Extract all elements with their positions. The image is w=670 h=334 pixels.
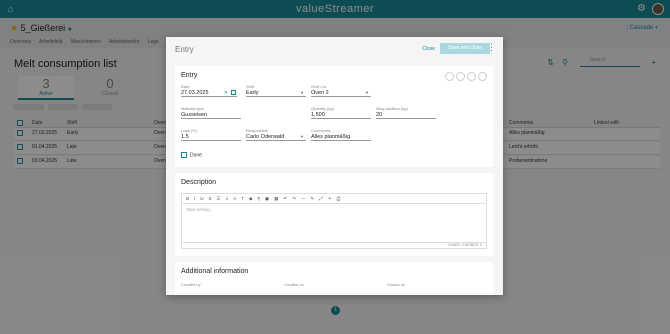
oven-value: Oven 2: [311, 90, 329, 96]
loss-value: 1.5: [181, 134, 189, 140]
clear-icon[interactable]: ✕: [224, 89, 228, 97]
text-size-icon[interactable]: T: [241, 196, 244, 201]
material-field[interactable]: Material type Gusseisen: [181, 106, 241, 119]
entry-heading: Entry: [181, 72, 198, 79]
entry-actions: [443, 72, 487, 83]
chevron-down-icon: ▼: [300, 134, 304, 139]
paragraph-icon[interactable]: ¶: [257, 196, 259, 201]
trash-icon[interactable]: [478, 72, 487, 81]
font-icon[interactable]: A: [233, 196, 236, 201]
table-icon[interactable]: ▦: [274, 196, 278, 201]
loss-field[interactable]: Loss (%) 1.5: [181, 128, 241, 141]
modal-title: Entry: [175, 45, 194, 54]
comments-field[interactable]: Comments Alles planmäßig: [311, 128, 371, 141]
calendar-icon[interactable]: [231, 90, 236, 95]
additional-info-heading: Additional information: [181, 268, 249, 275]
closed-on-label: Closed on: [387, 282, 406, 287]
link-icon[interactable]: ⚭: [328, 196, 332, 201]
done-checkbox-box[interactable]: [181, 152, 187, 158]
date-field[interactable]: Date 27.03.2025 ✕: [181, 84, 237, 97]
modal-header: Entry Close Save and close ⋮: [166, 37, 503, 61]
fullscreen-icon[interactable]: ⤢: [319, 196, 323, 201]
alloy-field[interactable]: Alloy addition (kg) 20: [376, 106, 436, 119]
oven-select[interactable]: Oven no. Oven 2 ▼: [311, 84, 371, 97]
shift-value: Early: [246, 90, 259, 96]
quantity-value: 1,500: [311, 112, 325, 118]
print-icon[interactable]: ⎙: [337, 196, 341, 201]
shift-select[interactable]: Shift Early ▼: [246, 84, 306, 97]
add-circle-icon[interactable]: [445, 72, 454, 81]
description-card: Description B I U S ☰ ≡ A T ◆ ¶ ▣ ▦ ↶ ↷ — ✎ ⤢ ⚭ ⎙ Start wr…: [175, 173, 493, 256]
material-value: Gusseisen: [181, 112, 207, 118]
save-and-close-button[interactable]: Save and close: [440, 43, 490, 54]
undo-icon[interactable]: ↶: [283, 196, 287, 201]
image-icon[interactable]: ▣: [265, 196, 269, 201]
done-checkbox[interactable]: Done: [181, 152, 202, 158]
editor-placeholder: Start writing...: [186, 207, 214, 212]
date-value: 27.03.2025: [181, 90, 209, 96]
underline-icon[interactable]: U: [200, 196, 203, 201]
done-label: Done: [190, 152, 202, 159]
italic-icon[interactable]: I: [194, 196, 195, 201]
brush-icon[interactable]: ✎: [310, 196, 314, 201]
more-icon[interactable]: ⋮: [487, 43, 496, 52]
chevron-down-icon: ▼: [300, 90, 304, 95]
editor-toolbar: B I U S ☰ ≡ A T ◆ ¶ ▣ ▦ ↶ ↷ — ✎ ⤢ ⚭ ⎙: [182, 194, 486, 204]
created-on-label: Created on: [284, 282, 304, 287]
entry-modal: Entry Close Save and close ⋮ Entry Date …: [166, 37, 503, 295]
color-icon[interactable]: ◆: [249, 196, 252, 201]
editor-footer: CHARS: 0 WORDS: 0: [182, 242, 486, 248]
strikethrough-icon[interactable]: S: [209, 196, 212, 201]
user-circle-icon[interactable]: [456, 72, 465, 81]
bold-icon[interactable]: B: [186, 196, 189, 201]
responsible-select[interactable]: Responsible Carlo Oderwald ▼: [246, 128, 306, 141]
entry-card: Entry Date 27.03.2025 ✕ Shift Early ▼ Oven…: [175, 66, 493, 167]
close-button[interactable]: Close: [422, 46, 435, 52]
rich-text-editor[interactable]: B I U S ☰ ≡ A T ◆ ¶ ▣ ▦ ↶ ↷ — ✎ ⤢ ⚭ ⎙ Start writing... CHA…: [181, 193, 487, 249]
additional-info-card: Additional information Created by Create…: [175, 262, 493, 295]
redo-icon[interactable]: ↷: [292, 196, 296, 201]
alloy-value: 20: [376, 112, 383, 118]
indent-icon[interactable]: ≡: [226, 196, 229, 201]
link-icon[interactable]: [467, 72, 476, 81]
created-by-label: Created by: [181, 282, 201, 287]
chevron-down-icon: ▼: [365, 90, 369, 95]
quantity-field[interactable]: Quantity (kg) 1,500: [311, 106, 371, 119]
list-icon[interactable]: ☰: [217, 196, 221, 201]
comments-value: Alles planmäßig: [311, 134, 351, 140]
responsible-value: Carlo Oderwald: [246, 134, 285, 140]
hr-icon[interactable]: —: [301, 196, 306, 201]
description-heading: Description: [181, 179, 217, 186]
